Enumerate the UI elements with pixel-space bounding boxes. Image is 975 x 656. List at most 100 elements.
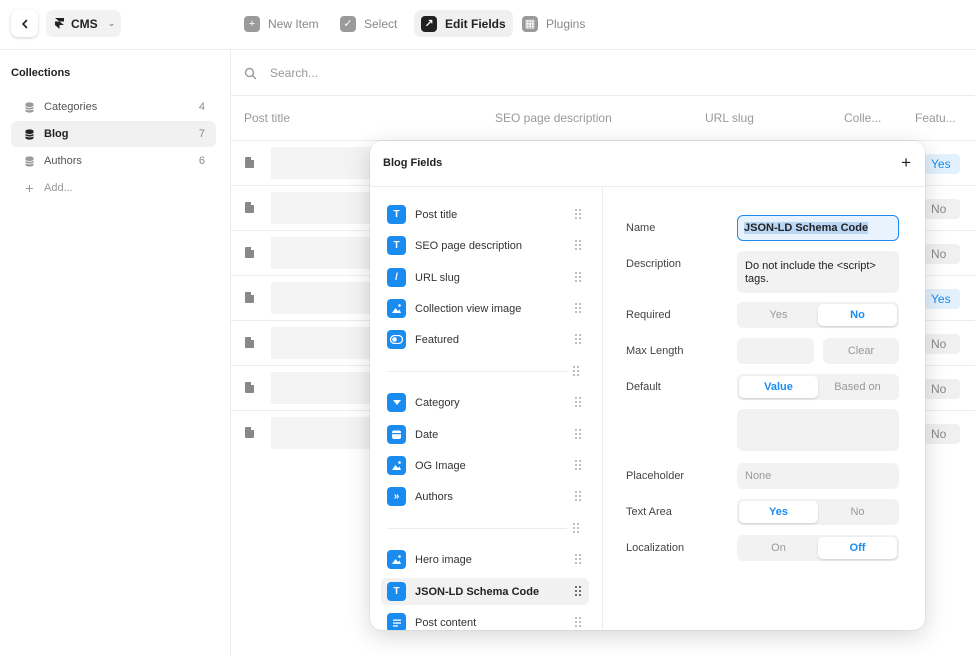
field-item[interactable]: Hero image [381, 546, 589, 573]
localization-off-option[interactable]: Off [818, 537, 897, 559]
document-icon [245, 157, 254, 168]
drag-handle-icon[interactable] [573, 523, 579, 534]
field-item[interactable]: » Authors [381, 483, 589, 510]
text-field-icon: T [387, 582, 406, 601]
blurred-cell [271, 237, 381, 269]
plugins-icon: ▦ [522, 15, 538, 32]
placeholder-input[interactable]: None [737, 463, 899, 489]
field-item[interactable]: Featured [381, 326, 589, 353]
localization-on-option[interactable]: On [739, 537, 818, 559]
text-area-no-option[interactable]: No [818, 501, 897, 523]
drag-handle-icon[interactable] [575, 272, 581, 283]
name-field[interactable]: JSON-LD Schema Code [737, 215, 899, 241]
drag-handle-icon[interactable] [575, 554, 581, 565]
blog-fields-modal: Blog Fields + T Post title T SEO page de… [370, 141, 925, 630]
document-icon [245, 382, 254, 393]
required-yes-option[interactable]: Yes [739, 304, 818, 326]
drag-handle-icon[interactable] [575, 209, 581, 220]
column-header[interactable]: URL slug [705, 111, 754, 125]
drag-handle-icon[interactable] [575, 460, 581, 471]
add-label: Add... [44, 182, 73, 194]
text-area-yes-option[interactable]: Yes [739, 501, 818, 523]
default-label: Default [626, 381, 661, 393]
new-item-button[interactable]: + New Item [237, 10, 326, 37]
clear-button[interactable]: Clear [823, 338, 899, 364]
sidebar-item-blog[interactable]: Blog 7 [11, 121, 216, 147]
new-item-label: New Item [268, 16, 319, 31]
placeholder-label: Placeholder [626, 470, 685, 482]
field-label: Featured [415, 333, 460, 346]
default-mode-toggle[interactable]: Value Based on [737, 374, 899, 400]
localization-toggle[interactable]: On Off [737, 535, 899, 561]
plus-icon: + [244, 15, 260, 32]
sidebar-item-categories[interactable]: Categories 4 [11, 94, 216, 120]
max-length-input[interactable] [737, 338, 814, 364]
drag-handle-icon[interactable] [573, 366, 579, 377]
field-item[interactable]: / URL slug [381, 264, 589, 291]
sidebar-item-authors[interactable]: Authors 6 [11, 148, 216, 174]
drag-handle-icon[interactable] [575, 429, 581, 440]
drag-handle-icon[interactable] [575, 240, 581, 251]
column-header[interactable]: Post title [244, 111, 290, 125]
description-field[interactable]: Do not include the <script> tags. [737, 251, 899, 293]
field-item[interactable]: Date [381, 421, 589, 448]
select-button[interactable]: ✓ Select [333, 10, 404, 37]
column-header[interactable]: SEO page description [495, 111, 612, 125]
default-value-option[interactable]: Value [739, 376, 818, 398]
field-item[interactable]: T Post title [381, 201, 589, 228]
cms-menu-button[interactable]: CMS ⌄ [46, 10, 121, 37]
drag-handle-icon[interactable] [575, 586, 581, 597]
plugins-label: Plugins [546, 16, 586, 31]
localization-label: Localization [626, 542, 685, 554]
field-item-selected[interactable]: T JSON-LD Schema Code [381, 578, 589, 605]
search-bar[interactable]: Search... [231, 51, 975, 96]
add-collection-button[interactable]: + Add... [11, 175, 216, 201]
add-field-button[interactable]: + [901, 153, 911, 173]
group-divider [387, 371, 567, 372]
field-item[interactable]: Collection view image [381, 295, 589, 322]
featured-badge: No [924, 424, 960, 444]
edit-fields-button[interactable]: ↗ Edit Fields [414, 10, 513, 37]
reference-field-icon: » [387, 487, 406, 506]
text-field-icon: T [387, 236, 406, 255]
checkbox-icon: ✓ [340, 15, 356, 32]
back-button[interactable] [11, 10, 38, 37]
drag-handle-icon[interactable] [575, 303, 581, 314]
featured-badge: No [924, 244, 960, 264]
select-label: Select [364, 16, 398, 31]
drag-handle-icon[interactable] [575, 491, 581, 502]
search-input[interactable]: Search... [270, 66, 318, 80]
drag-handle-icon[interactable] [575, 334, 581, 345]
text-area-label: Text Area [626, 506, 672, 518]
field-item[interactable]: Category [381, 389, 589, 416]
field-label: Post title [415, 208, 458, 221]
document-icon [245, 292, 254, 303]
blurred-cell [271, 147, 381, 179]
blurred-cell [271, 192, 381, 224]
default-value-textarea[interactable] [737, 409, 899, 451]
drag-handle-icon[interactable] [575, 397, 581, 408]
chevron-down-icon: ⌄ [107, 18, 116, 28]
edit-fields-label: Edit Fields [445, 16, 506, 31]
plugins-button[interactable]: ▦ Plugins [515, 10, 592, 37]
required-no-option[interactable]: No [818, 304, 897, 326]
drag-handle-icon[interactable] [575, 617, 581, 628]
framer-logo-icon [55, 18, 64, 29]
richtext-field-icon [387, 613, 406, 630]
item-count: 6 [198, 155, 205, 167]
column-header[interactable]: Colle... [844, 111, 881, 125]
field-item[interactable]: Post content [381, 609, 589, 630]
name-label: Name [626, 222, 656, 234]
default-based-on-option[interactable]: Based on [818, 376, 897, 398]
database-icon [25, 101, 34, 113]
field-item[interactable]: OG Image [381, 452, 589, 479]
text-area-toggle[interactable]: Yes No [737, 499, 899, 525]
field-properties-panel: Name JSON-LD Schema Code Description Do … [604, 187, 925, 630]
required-toggle[interactable]: Yes No [737, 302, 899, 328]
field-item[interactable]: T SEO page description [381, 232, 589, 259]
item-count: 7 [198, 128, 205, 140]
date-field-icon [387, 425, 406, 444]
sidebar-item-label: Authors [44, 155, 82, 167]
blurred-cell [271, 372, 381, 404]
column-header[interactable]: Featu... [915, 111, 956, 125]
